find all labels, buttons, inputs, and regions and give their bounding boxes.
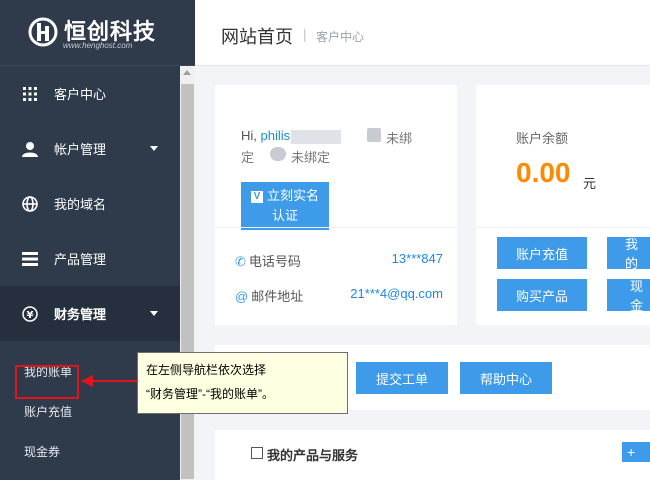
- sidebar-item-domains[interactable]: 我的域名: [0, 176, 180, 231]
- annotation-arrow: [93, 380, 138, 382]
- callout-line-2: “财务管理”-“我的账单”。: [146, 387, 274, 401]
- email-value: 21***4@qq.com: [350, 286, 443, 301]
- logo[interactable]: 恒创科技 www.henghost.com: [0, 0, 195, 66]
- phone-bind-status-cont: 定: [241, 150, 255, 165]
- balance-label: 账户余额: [516, 131, 569, 146]
- annotation-callout: 在左侧导航栏依次选择 “财务管理”-“我的账单”。: [137, 352, 348, 414]
- grid-icon: [21, 85, 39, 103]
- subnav-item-cash-coupon[interactable]: 现金券: [0, 431, 180, 471]
- verify-button-label: 立刻实名认证: [266, 188, 319, 223]
- verify-icon: V: [250, 191, 263, 203]
- callout-line-1: 在左侧导航栏依次选择: [146, 363, 267, 377]
- table-icon: [251, 447, 263, 459]
- help-center-button[interactable]: 帮助中心: [460, 362, 552, 394]
- products-card: 我的产品与服务 + 查: [215, 430, 650, 480]
- products-add-button[interactable]: + 查: [622, 442, 650, 480]
- greeting-text: Hi,: [241, 128, 261, 143]
- sidebar-scrollbar[interactable]: [180, 66, 195, 480]
- brand-url: www.henghost.com: [63, 41, 133, 50]
- sidebar-item-account[interactable]: 帐户管理: [0, 121, 180, 176]
- my-button[interactable]: 我的: [607, 237, 650, 271]
- sidebar-item-label: 财务管理: [54, 307, 107, 322]
- redacted-block: [291, 129, 342, 144]
- sidebar-item-label: 帐户管理: [54, 142, 107, 157]
- caret-down-icon: [150, 311, 158, 316]
- email-row: @ 邮件地址 21***4@qq.com: [235, 286, 443, 305]
- page-title[interactable]: 网站首页: [221, 23, 293, 49]
- brand-logo-icon: [28, 17, 58, 47]
- sidebar-nav: 客户中心 帐户管理 我的域名 产品管理 ¥ 财务管理: [0, 66, 180, 341]
- submit-ticket-button[interactable]: 提交工单: [356, 362, 448, 394]
- balance-unit: 元: [583, 176, 597, 191]
- balance-amount: 0.00: [516, 157, 571, 188]
- phone-icon: ✆: [235, 254, 246, 269]
- title-separator: |: [303, 26, 307, 42]
- scroll-thumb[interactable]: [181, 84, 194, 479]
- phone-value: 13***847: [391, 251, 443, 266]
- sidebar-item-customer-center[interactable]: 客户中心: [0, 66, 180, 121]
- sidebar-item-label: 产品管理: [54, 252, 107, 267]
- user-icon: [21, 140, 39, 158]
- divider: [215, 227, 457, 228]
- balance-card: 账户余额 0.00 元 账户充值 我的 购买产品 现金: [476, 85, 650, 325]
- email-label: 邮件地址: [251, 289, 304, 304]
- products-title: 我的产品与服务: [267, 448, 359, 463]
- caret-down-icon: [150, 146, 158, 151]
- cash-button[interactable]: 现金: [607, 279, 650, 313]
- user-info-card: Hi, philis 未绑 定 未绑定 V 立刻实名认证 ✆ 电话号码 13***8…: [215, 85, 457, 325]
- phone-label: 电话号码: [248, 254, 301, 269]
- phone-row: ✆ 电话号码 13***847: [235, 251, 443, 270]
- greeting: Hi, philis: [241, 128, 342, 144]
- globe-icon: [21, 195, 39, 213]
- breadcrumb[interactable]: 客户中心: [316, 28, 364, 45]
- wechat-bind-status: 未绑定: [291, 150, 331, 165]
- svg-text:¥: ¥: [27, 310, 34, 321]
- highlight-box: [15, 365, 79, 399]
- verify-identity-button[interactable]: V 立刻实名认证: [241, 182, 329, 230]
- sidebar-item-finance[interactable]: ¥ 财务管理: [0, 286, 180, 341]
- buy-product-button[interactable]: 购买产品: [497, 279, 587, 311]
- phone-bind-status: 未绑: [386, 131, 413, 146]
- at-icon: @: [235, 289, 249, 304]
- page-header: 网站首页 | 客户中心: [195, 0, 650, 66]
- recharge-button[interactable]: 账户充值: [497, 237, 587, 269]
- server-icon: [21, 250, 39, 268]
- sidebar-item-label: 我的域名: [54, 197, 107, 212]
- divider: [476, 227, 650, 228]
- sidebar-item-products[interactable]: 产品管理: [0, 231, 180, 286]
- arrow-left-icon: [81, 375, 93, 387]
- wechat-icon: [270, 147, 286, 161]
- yen-icon: ¥: [21, 305, 39, 323]
- username[interactable]: philis: [261, 128, 291, 143]
- scroll-up-icon[interactable]: [183, 70, 191, 75]
- phone-icon: [367, 128, 381, 142]
- sidebar-item-label: 客户中心: [54, 87, 107, 102]
